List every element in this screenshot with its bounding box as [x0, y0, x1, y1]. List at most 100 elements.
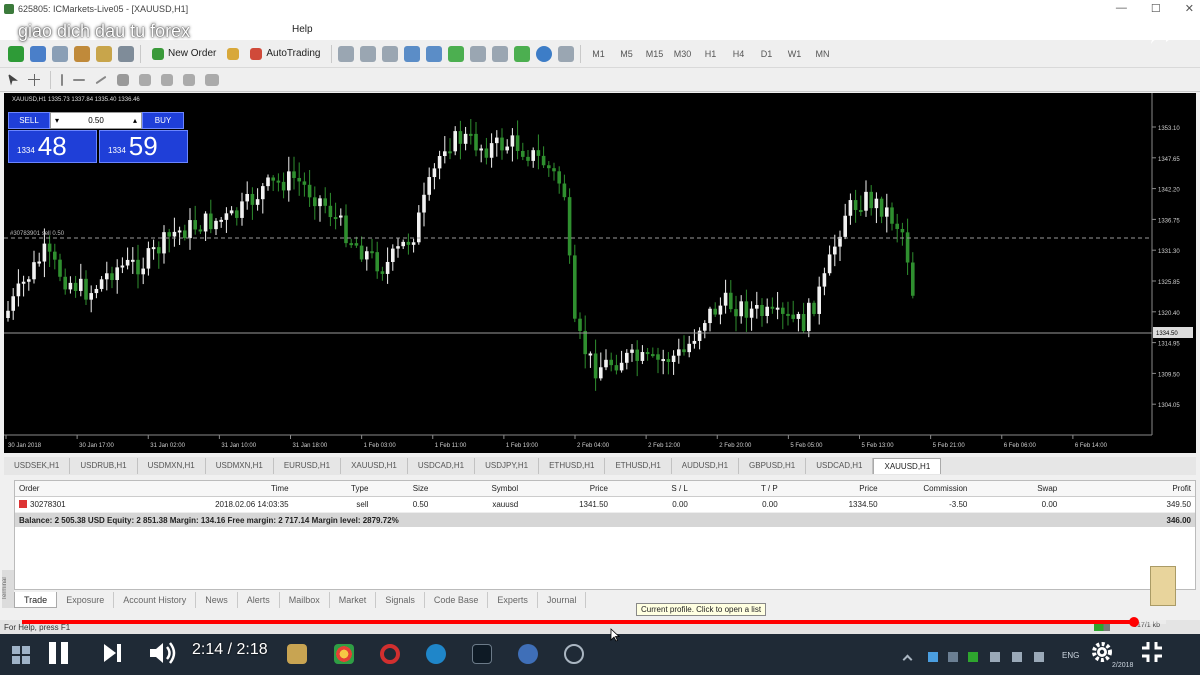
video-progress-bar[interactable] [22, 617, 1166, 627]
bar-chart-icon[interactable] [338, 45, 355, 62]
zoom-out-icon[interactable] [426, 45, 443, 62]
timeframe-mn[interactable]: MN [811, 49, 833, 59]
timeframe-w1[interactable]: W1 [783, 49, 805, 59]
line-chart-icon[interactable] [382, 45, 399, 62]
chart-tab-active[interactable]: XAUUSD,H1 [873, 458, 942, 474]
col-size[interactable]: Size [372, 484, 432, 493]
maximize-button[interactable]: ☐ [1151, 2, 1161, 15]
text-tool-icon[interactable] [161, 73, 173, 86]
chrome-icon[interactable] [334, 644, 354, 664]
skype-icon[interactable] [426, 644, 446, 664]
buy-button[interactable]: BUY [142, 112, 184, 129]
cursor-tool-icon[interactable] [8, 73, 18, 86]
lot-decrease-icon[interactable]: ▾ [55, 116, 59, 125]
terminal-icon[interactable] [118, 45, 134, 62]
tab-mailbox[interactable]: Mailbox [280, 592, 330, 608]
lot-size-field[interactable]: ▾ 0.50 ▴ [50, 112, 142, 129]
timeframe-h1[interactable]: H1 [699, 49, 721, 59]
lot-increase-icon[interactable]: ▴ [133, 116, 137, 125]
col-symbol[interactable]: Symbol [432, 484, 522, 493]
new-chart-icon[interactable] [8, 45, 24, 62]
order-row[interactable]: 30278301 2018.02.06 14:03:35 sell 0.50 x… [15, 497, 1195, 513]
chart-tab[interactable]: USDSEK,H1 [4, 458, 71, 474]
equidistant-channel-icon[interactable] [117, 73, 129, 86]
periods-icon[interactable] [536, 45, 553, 62]
chart-tab[interactable]: USDMXN,H1 [206, 458, 274, 474]
col-current-price[interactable]: Price [782, 484, 882, 493]
chart-tab[interactable]: ETHUSD,H1 [605, 458, 672, 474]
next-video-icon[interactable] [98, 640, 126, 666]
video-progress-knob[interactable] [1128, 617, 1139, 627]
bluetooth-icon[interactable] [948, 652, 958, 662]
candlestick-icon[interactable] [360, 45, 377, 62]
horizontal-line-icon[interactable] [73, 78, 85, 81]
windows-start-icon[interactable] [8, 644, 34, 666]
chart-tab[interactable]: USDCAD,H1 [408, 458, 476, 474]
templates-icon[interactable] [558, 45, 575, 62]
tab-alerts[interactable]: Alerts [238, 592, 280, 608]
auto-scroll-icon[interactable] [470, 45, 487, 62]
chart-tab[interactable]: USDCAD,H1 [806, 458, 874, 474]
text-label-icon[interactable] [183, 73, 195, 86]
timeframe-h4[interactable]: H4 [727, 49, 749, 59]
chart-tab[interactable]: XAUUSD,H1 [341, 458, 408, 474]
tab-experts[interactable]: Experts [488, 592, 538, 608]
chart-tab[interactable]: GBPUSD,H1 [739, 458, 807, 474]
chart-tab[interactable]: USDJPY,H1 [475, 458, 540, 474]
tray-green-icon[interactable] [968, 652, 978, 662]
sell-price[interactable]: 1334 48 [8, 130, 97, 163]
browser-icon[interactable] [518, 644, 538, 664]
settings-gear-icon[interactable] [1088, 638, 1116, 666]
col-profit[interactable]: Profit [1061, 484, 1195, 493]
arrows-icon[interactable] [205, 73, 219, 86]
timeframe-d1[interactable]: D1 [755, 49, 777, 59]
share-icon[interactable] [1150, 24, 1178, 46]
navigator-icon[interactable] [96, 45, 112, 62]
chart-tab[interactable]: USDMXN,H1 [138, 458, 206, 474]
file-explorer-icon[interactable] [287, 644, 307, 664]
vertical-line-icon[interactable] [61, 73, 63, 86]
col-price[interactable]: Price [522, 484, 612, 493]
tab-trade[interactable]: Trade [14, 592, 58, 608]
opera-icon[interactable] [380, 644, 400, 664]
fibonacci-icon[interactable] [139, 73, 151, 86]
data-window-icon[interactable] [74, 45, 90, 62]
timeframe-m15[interactable]: M15 [643, 49, 665, 59]
tray-app-icon[interactable] [928, 652, 938, 662]
fullscreen-exit-icon[interactable] [1138, 638, 1166, 666]
menu-help[interactable]: Help [292, 24, 313, 35]
tab-market[interactable]: Market [330, 592, 377, 608]
sell-button[interactable]: SELL [8, 112, 50, 129]
app-icon-circle[interactable] [564, 644, 584, 664]
crosshair-icon[interactable] [28, 73, 40, 86]
battery-icon[interactable] [990, 652, 1000, 662]
timeframe-m30[interactable]: M30 [671, 49, 693, 59]
chart-tab[interactable]: AUDUSD,H1 [672, 458, 740, 474]
tab-signals[interactable]: Signals [376, 592, 425, 608]
tile-windows-icon[interactable] [448, 45, 465, 62]
tab-account-history[interactable]: Account History [114, 592, 197, 608]
col-commission[interactable]: Commission [882, 484, 972, 493]
market-watch-icon[interactable] [52, 45, 68, 62]
col-type[interactable]: Type [293, 484, 373, 493]
chart-tab[interactable]: EURUSD,H1 [274, 458, 342, 474]
profiles-icon[interactable] [30, 45, 46, 62]
tab-news[interactable]: News [196, 592, 238, 608]
metatrader-icon[interactable] [472, 644, 492, 664]
chart-tab[interactable]: ETHUSD,H1 [539, 458, 606, 474]
col-tp[interactable]: T / P [692, 484, 782, 493]
metaeditor-icon[interactable] [227, 47, 240, 60]
timeframe-m5[interactable]: M5 [615, 49, 637, 59]
tab-journal[interactable]: Journal [538, 592, 587, 608]
pause-icon[interactable] [42, 638, 76, 668]
network-icon[interactable] [1012, 652, 1022, 662]
col-order[interactable]: Order [15, 484, 133, 493]
timeframe-m1[interactable]: M1 [587, 49, 609, 59]
chart-tab[interactable]: USDRUB,H1 [70, 458, 138, 474]
language-indicator[interactable]: ENG [1062, 651, 1079, 660]
zoom-in-icon[interactable] [404, 45, 421, 62]
buy-price[interactable]: 1334 59 [99, 130, 188, 163]
indicators-icon[interactable] [514, 45, 531, 62]
minimize-button[interactable]: — [1116, 2, 1127, 15]
autotrading-button[interactable]: AutoTrading [245, 45, 325, 63]
